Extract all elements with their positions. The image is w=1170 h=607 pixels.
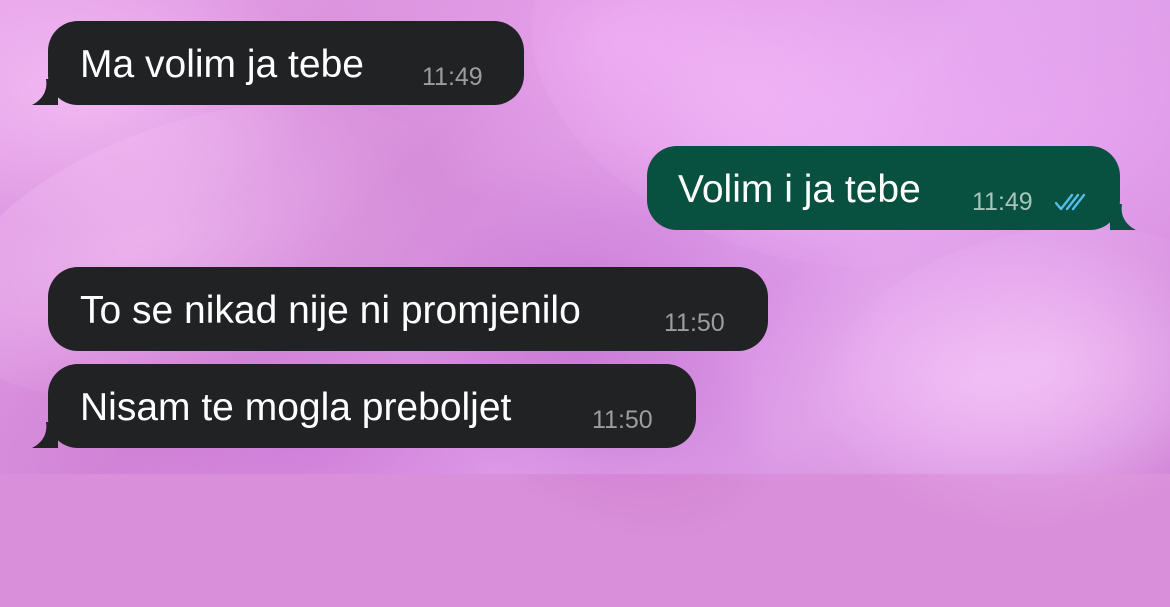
outgoing-message-bubble[interactable]: Volim i ja tebe 11:49 — [647, 146, 1136, 230]
message-timestamp: 11:50 — [592, 406, 653, 434]
message-text: Nisam te mogla preboljet — [80, 386, 512, 429]
bubble-tail — [32, 79, 58, 105]
message-text: To se nikad nije ni promjenilo — [80, 289, 581, 332]
double-check-icon — [1055, 193, 1086, 211]
bubble-tail — [1110, 204, 1136, 230]
bubble-tail — [32, 422, 58, 448]
incoming-message-bubble[interactable]: Nisam te mogla preboljet 11:50 — [32, 364, 696, 448]
message-timestamp: 11:49 — [422, 63, 483, 91]
incoming-message-bubble[interactable]: To se nikad nije ni promjenilo 11:50 — [48, 267, 768, 351]
message-timestamp: 11:49 — [972, 188, 1033, 216]
incoming-message-bubble[interactable]: Ma volim ja tebe 11:49 — [32, 21, 524, 105]
message-timestamp: 11:50 — [664, 309, 725, 337]
message-text: Volim i ja tebe — [678, 168, 921, 211]
wallpaper-petal — [797, 192, 1170, 568]
message-text: Ma volim ja tebe — [80, 43, 364, 86]
